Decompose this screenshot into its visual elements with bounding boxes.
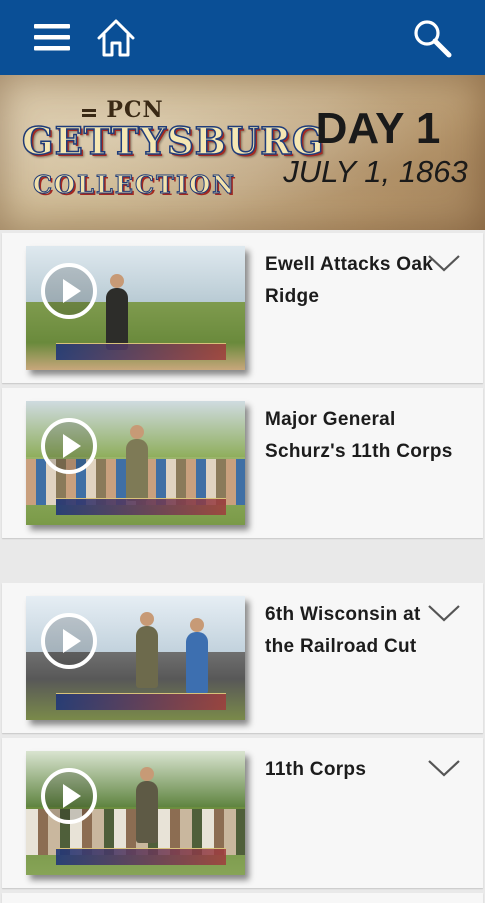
thumbnail-caption-bar [56, 693, 226, 710]
logo-pcn-text: PCN [106, 97, 164, 123]
chevron-down-icon[interactable] [427, 758, 461, 778]
play-icon[interactable] [41, 418, 97, 474]
chevron-down-icon[interactable] [427, 253, 461, 273]
video-card[interactable]: Ewell Attacks Oak Ridge [2, 233, 483, 383]
thumbnail-caption-bar [56, 343, 226, 360]
play-icon[interactable] [41, 613, 97, 669]
video-card[interactable]: Major General Schurz's 11th Corps [2, 388, 483, 538]
home-icon [97, 19, 135, 57]
search-button[interactable] [412, 18, 452, 58]
logo-gettysburg-text: GETTYSBURG [21, 118, 325, 164]
hamburger-menu-icon [34, 24, 70, 51]
search-icon [414, 20, 452, 58]
home-button[interactable] [96, 18, 136, 58]
collection-banner: PCN GETTYSBURG COLLECTION DAY 1 JULY 1, … [0, 75, 485, 230]
logo-lines [82, 109, 96, 112]
play-icon[interactable] [41, 768, 97, 824]
video-card-partial[interactable] [2, 893, 483, 903]
thumbnail-figure [136, 767, 158, 843]
video-thumbnail[interactable] [26, 596, 245, 720]
top-app-bar [0, 0, 485, 75]
play-icon[interactable] [41, 263, 97, 319]
thumbnail-figure [186, 618, 208, 694]
video-card[interactable]: 6th Wisconsin at the Railroad Cut [2, 583, 483, 733]
menu-button[interactable] [32, 18, 72, 58]
video-thumbnail[interactable] [26, 751, 245, 875]
thumbnail-caption-bar [56, 848, 226, 865]
day-heading: DAY 1 [315, 104, 441, 153]
video-card[interactable]: 11th Corps [2, 738, 483, 888]
thumbnail-figure [106, 274, 128, 350]
video-thumbnail[interactable] [26, 246, 245, 370]
thumbnail-caption-bar [56, 498, 226, 515]
pcn-gettysburg-collection-logo: PCN GETTYSBURG COLLECTION [21, 97, 325, 207]
chevron-down-icon[interactable] [427, 603, 461, 623]
thumbnail-figure [136, 612, 158, 688]
video-thumbnail[interactable] [26, 401, 245, 525]
thumbnail-figure [126, 425, 148, 501]
logo-collection-text: COLLECTION [32, 170, 237, 200]
date-subheading: JULY 1, 1863 [283, 154, 468, 189]
video-title[interactable]: Major General Schurz's 11th Corps [265, 404, 475, 468]
